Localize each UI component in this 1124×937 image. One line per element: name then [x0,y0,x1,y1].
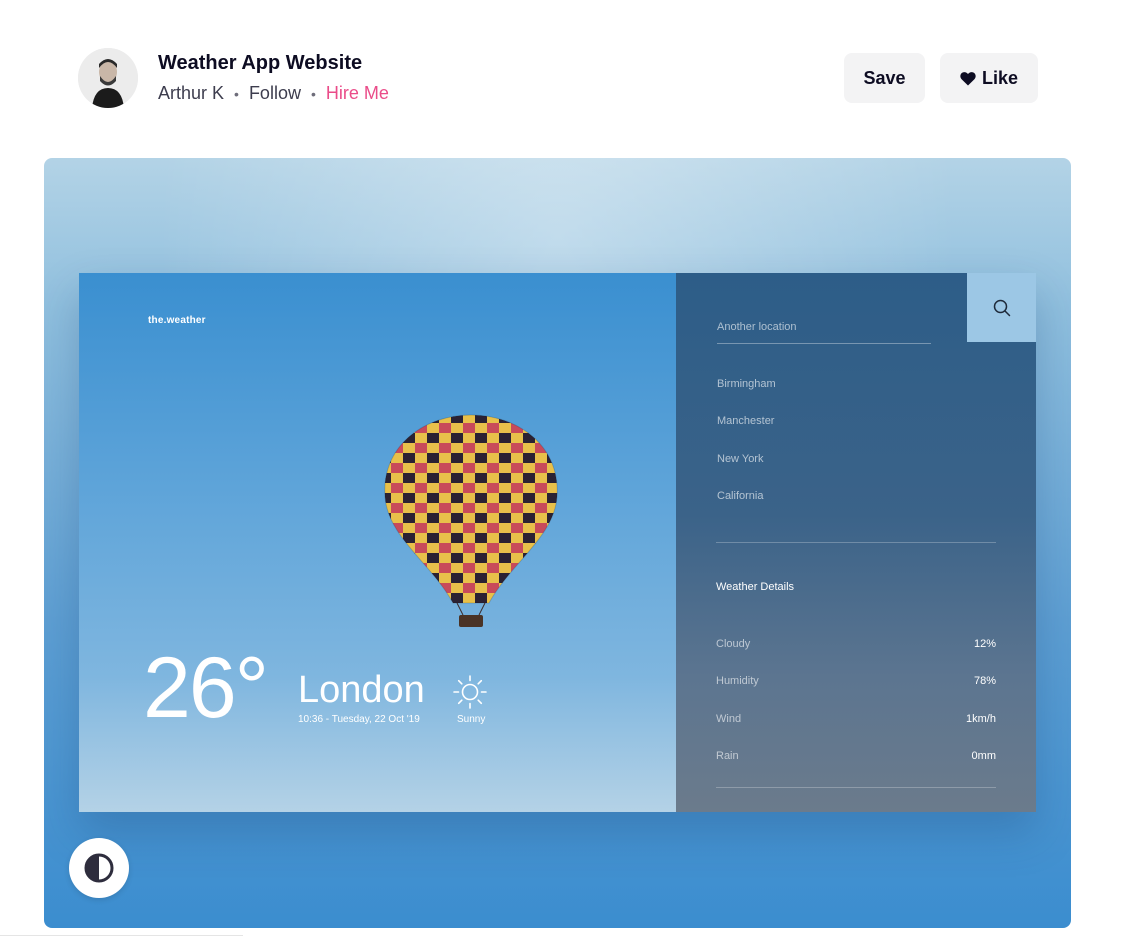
hot-air-balloon-image [384,414,558,627]
detail-value: 78% [973,675,996,687]
date-time: 10:36 - Tuesday, 22 Oct '19 [298,714,420,725]
location-item[interactable]: Birmingham [717,378,776,390]
byline: Arthur K • Follow • Hire Me [158,83,389,104]
location-item[interactable]: Manchester [717,415,774,427]
page-divider [0,935,243,936]
shot-header: Weather App Website Arthur K • Follow • … [0,0,1124,140]
detail-value: 1km/h [966,713,996,725]
location-item[interactable]: New York [717,453,763,465]
detail-row: Cloudy 12% [716,638,996,650]
avatar[interactable] [78,48,138,108]
contrast-toggle-button[interactable] [69,838,129,898]
sun-icon [453,675,487,709]
shot-title: Weather App Website [158,52,363,74]
save-button[interactable]: Save [844,53,925,103]
location-item[interactable]: California [717,490,763,502]
divider [716,542,996,543]
weather-card: the.weather 26° London 10:36 - Tuesday, … [79,273,1036,812]
author-name[interactable]: Arthur K [158,83,224,104]
brand-logo: the.weather [148,315,206,326]
separator-dot: • [310,85,316,102]
heart-icon [960,71,976,85]
divider [716,787,996,788]
weather-details-title: Weather Details [716,581,795,593]
detail-row: Humidity 78% [716,675,996,687]
detail-label: Rain [716,750,739,762]
detail-label: Cloudy [716,638,751,650]
weather-sidebar: Another location Birmingham Manchester N… [676,273,1036,812]
save-button-label: Save [863,67,906,88]
location-search-input[interactable]: Another location [717,321,931,344]
follow-link[interactable]: Follow [249,83,301,104]
shot-preview: the.weather 26° London 10:36 - Tuesday, … [44,158,1071,928]
like-button-label: Like [981,67,1019,88]
detail-row: Rain 0mm [716,750,996,762]
weather-main-panel: the.weather 26° London 10:36 - Tuesday, … [79,273,676,812]
detail-label: Humidity [716,675,759,687]
avatar-portrait [78,48,138,108]
weather-condition: Sunny [457,714,486,725]
detail-row: Wind 1km/h [716,713,996,725]
search-button[interactable] [967,273,1036,342]
detail-value: 12% [973,638,996,650]
city-name: London [298,669,425,711]
search-icon [993,299,1010,316]
detail-label: Wind [716,713,742,725]
temperature: 26° [143,640,269,736]
detail-value: 0mm [971,750,996,762]
like-button[interactable]: Like [940,53,1038,103]
hire-me-link[interactable]: Hire Me [326,83,389,104]
separator-dot: • [234,85,239,102]
contrast-icon [84,853,114,883]
